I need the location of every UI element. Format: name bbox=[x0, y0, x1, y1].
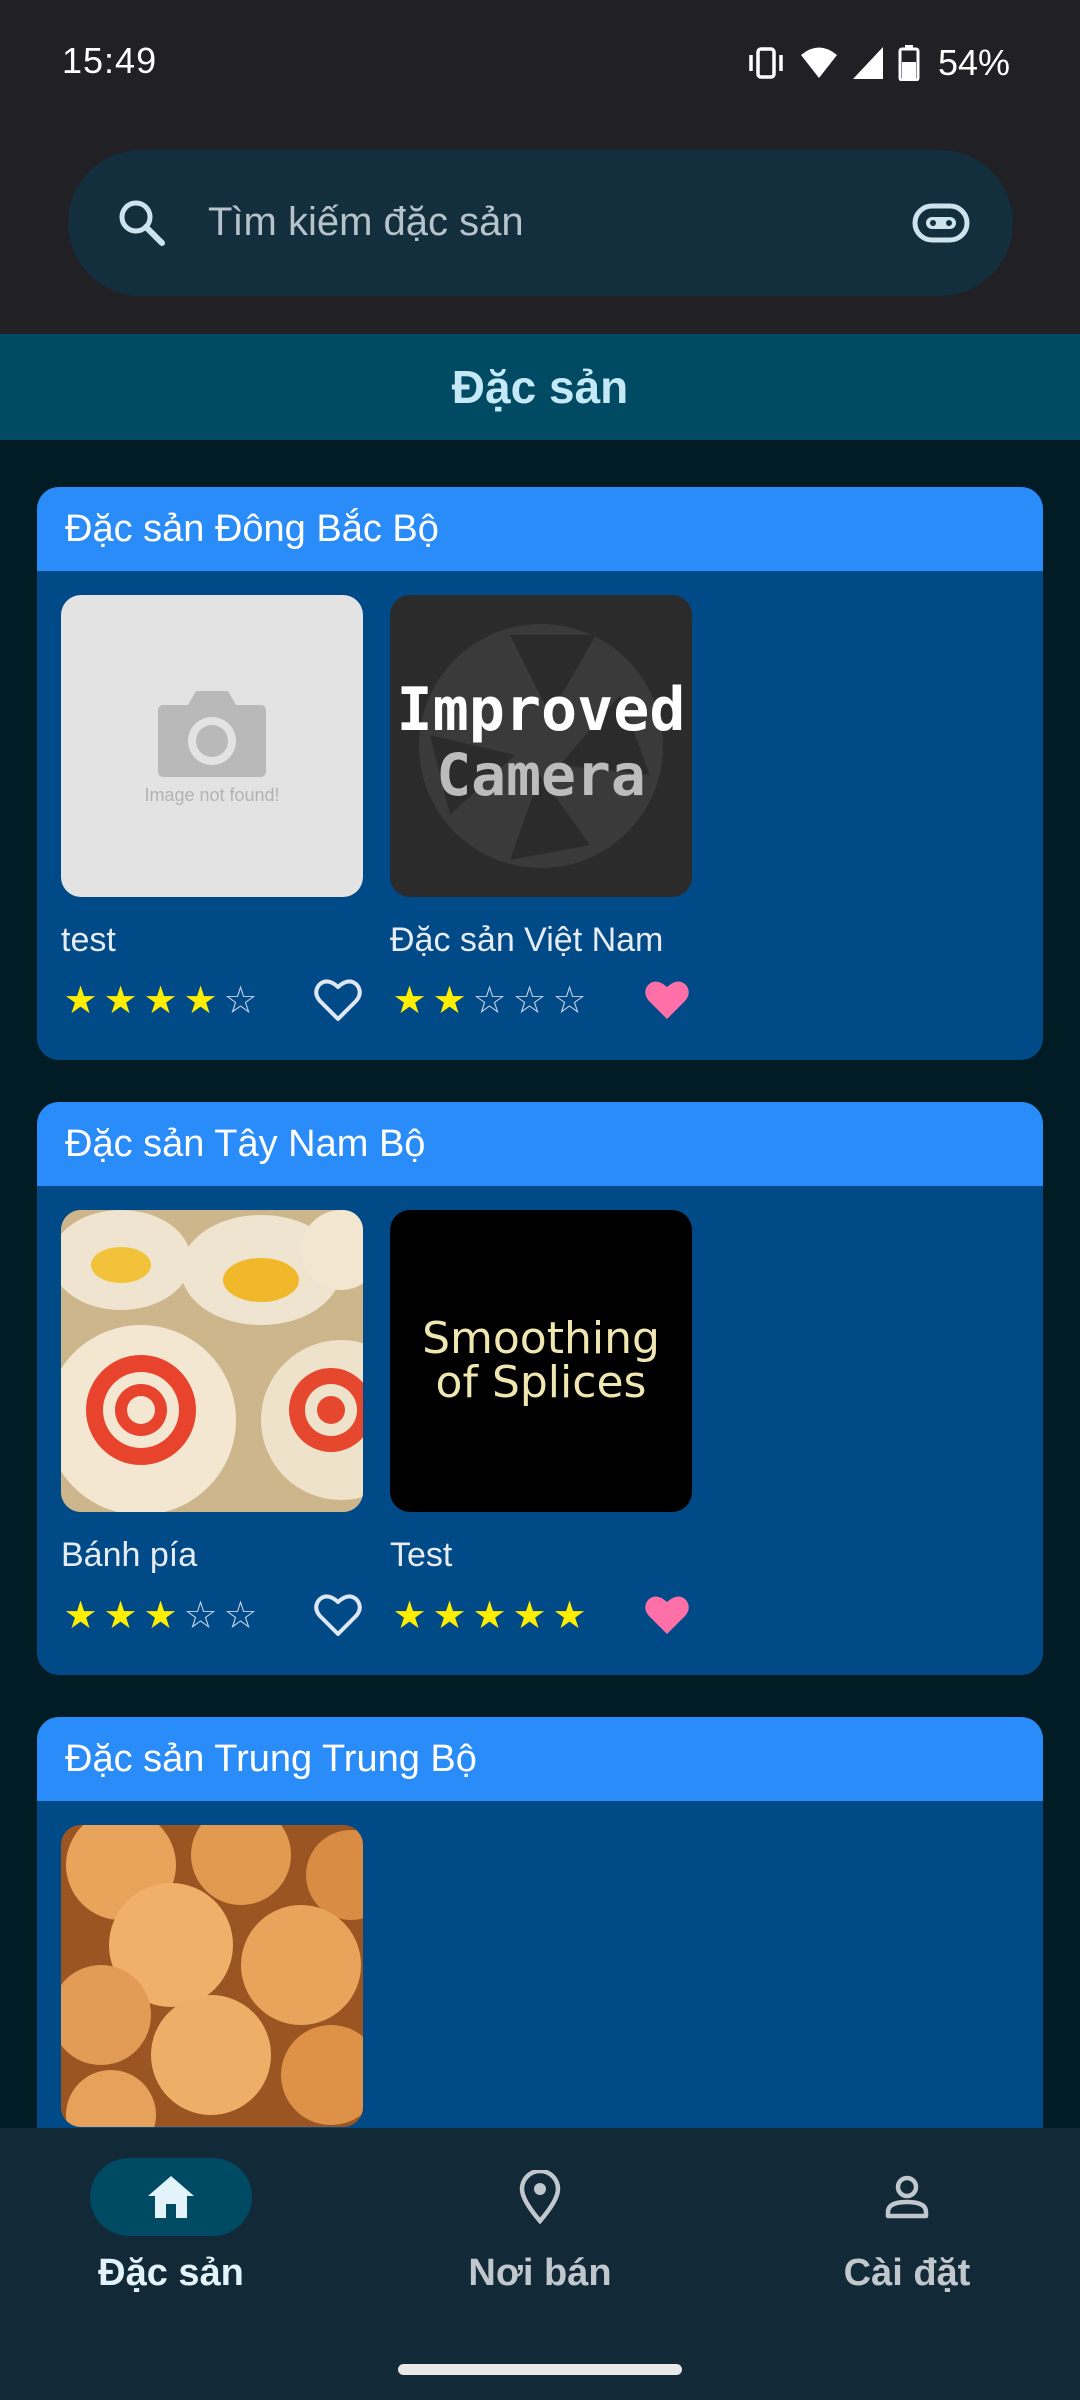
star-rating: ★ ★ ☆ ☆ ☆ bbox=[390, 979, 589, 1023]
star-empty-icon: ☆ bbox=[472, 980, 507, 1022]
category-section: Đặc sản Tây Nam Bộ Bánh pía ★ ★ ★ ☆ ☆ Sm… bbox=[37, 1102, 1043, 1675]
category-title: Đặc sản Trung Trung Bộ bbox=[37, 1717, 1043, 1801]
product-image[interactable] bbox=[61, 1825, 363, 2127]
status-time: 15:49 bbox=[62, 40, 158, 81]
nav-label: Cài đặt bbox=[843, 2252, 971, 2294]
category-title: Đặc sản Tây Nam Bộ bbox=[37, 1102, 1043, 1186]
star-full-icon: ★ bbox=[392, 980, 427, 1022]
product-image[interactable]: Smoothing of Splices bbox=[390, 1210, 692, 1512]
category-section: Đặc sản Đông Bắc Bộ Image not found! tes… bbox=[37, 487, 1043, 1060]
nav-item-noi-ban[interactable]: Nơi bán bbox=[390, 2158, 690, 2328]
image-not-found-text: Image not found! bbox=[144, 784, 280, 805]
star-empty-icon: ☆ bbox=[223, 1595, 258, 1637]
nav-icon-container[interactable] bbox=[826, 2158, 988, 2236]
search-bar[interactable] bbox=[68, 150, 1013, 296]
star-rating: ★ ★ ★ ★ ☆ bbox=[61, 979, 260, 1023]
star-full-icon: ★ bbox=[63, 980, 98, 1022]
star-full-icon: ★ bbox=[432, 980, 467, 1022]
section-title-bar: Đặc sản bbox=[0, 334, 1080, 440]
vibrate-icon bbox=[749, 47, 783, 79]
product-card[interactable]: Improved Camera Đặc sản Việt Nam ★ ★ ☆ ☆… bbox=[390, 595, 692, 1035]
signal-icon bbox=[852, 47, 883, 79]
star-full-icon: ★ bbox=[103, 1595, 138, 1637]
nav-item-dac-san[interactable]: Đặc sản bbox=[21, 2158, 321, 2328]
search-icon[interactable] bbox=[114, 195, 170, 251]
nav-label: Đặc sản bbox=[98, 2252, 244, 2294]
search-input[interactable] bbox=[206, 192, 866, 252]
star-full-icon: ★ bbox=[183, 980, 218, 1022]
product-name: test bbox=[61, 921, 116, 959]
star-empty-icon: ☆ bbox=[512, 980, 547, 1022]
product-name: Bánh pía bbox=[61, 1536, 198, 1574]
nav-active-indicator[interactable] bbox=[90, 2158, 252, 2236]
product-card[interactable] bbox=[61, 1825, 363, 2128]
home-icon bbox=[148, 2176, 194, 2218]
star-rating: ★ ★ ★ ★ ★ bbox=[390, 1594, 589, 1638]
star-full-icon: ★ bbox=[143, 980, 178, 1022]
bottom-navigation: Đặc sản Nơi bán Cài đặt bbox=[0, 2128, 1080, 2400]
star-empty-icon: ☆ bbox=[183, 1595, 218, 1637]
wifi-icon bbox=[800, 47, 837, 78]
product-image[interactable]: Improved Camera bbox=[390, 595, 692, 897]
star-full-icon: ★ bbox=[143, 1595, 178, 1637]
star-full-icon: ★ bbox=[552, 1595, 587, 1637]
product-image[interactable] bbox=[61, 1210, 363, 1512]
favorite-filled-icon[interactable] bbox=[642, 975, 692, 1025]
image-text-line1: Smoothing bbox=[422, 1313, 660, 1364]
favorite-filled-icon[interactable] bbox=[642, 1590, 692, 1640]
mooncake-photo bbox=[61, 1210, 363, 1512]
star-full-icon: ★ bbox=[512, 1595, 547, 1637]
gesture-handle[interactable] bbox=[398, 2364, 682, 2375]
nav-item-cai-dat[interactable]: Cài đặt bbox=[757, 2158, 1057, 2328]
star-full-icon: ★ bbox=[103, 980, 138, 1022]
camera-placeholder-icon bbox=[158, 690, 266, 777]
star-rating: ★ ★ ★ ☆ ☆ bbox=[61, 1594, 260, 1638]
status-bar: 15:49 54% bbox=[0, 0, 1080, 128]
category-list[interactable]: Đặc sản Đông Bắc Bộ Image not found! tes… bbox=[0, 440, 1080, 2128]
product-card[interactable]: Image not found! test ★ ★ ★ ★ ☆ bbox=[61, 595, 363, 1035]
nav-icon-container[interactable] bbox=[459, 2158, 621, 2236]
category-title: Đặc sản Đông Bắc Bộ bbox=[37, 487, 1043, 571]
battery-icon bbox=[898, 45, 920, 81]
product-image[interactable]: Image not found! bbox=[61, 595, 363, 897]
star-full-icon: ★ bbox=[432, 1595, 467, 1637]
coconut-cookie-photo bbox=[61, 1825, 363, 2127]
product-name: Đặc sản Việt Nam bbox=[390, 921, 664, 959]
person-icon bbox=[885, 2175, 929, 2219]
category-section: Đặc sản Trung Trung Bộ bbox=[37, 1717, 1043, 2128]
favorite-outline-icon[interactable] bbox=[313, 975, 363, 1025]
image-text-line2: Camera bbox=[436, 741, 646, 809]
battery-percent: 54% bbox=[937, 42, 1010, 83]
google-lens-icon[interactable] bbox=[909, 196, 973, 250]
status-icons: 54% bbox=[746, 40, 1010, 86]
product-name: Test bbox=[390, 1536, 453, 1574]
location-pin-icon bbox=[519, 2170, 561, 2224]
image-text-line1: Improved bbox=[396, 675, 686, 745]
favorite-outline-icon[interactable] bbox=[313, 1590, 363, 1640]
star-empty-icon: ☆ bbox=[223, 980, 258, 1022]
nav-label: Nơi bán bbox=[468, 2252, 612, 2294]
page-title: Đặc sản bbox=[451, 361, 629, 413]
product-card[interactable]: Smoothing of Splices Test ★ ★ ★ ★ ★ bbox=[390, 1210, 692, 1650]
top-bar bbox=[0, 128, 1080, 334]
star-empty-icon: ☆ bbox=[552, 980, 587, 1022]
star-full-icon: ★ bbox=[63, 1595, 98, 1637]
star-full-icon: ★ bbox=[472, 1595, 507, 1637]
star-full-icon: ★ bbox=[392, 1595, 427, 1637]
image-text-line2: of Splices bbox=[435, 1357, 647, 1408]
product-card[interactable]: Bánh pía ★ ★ ★ ☆ ☆ bbox=[61, 1210, 363, 1650]
